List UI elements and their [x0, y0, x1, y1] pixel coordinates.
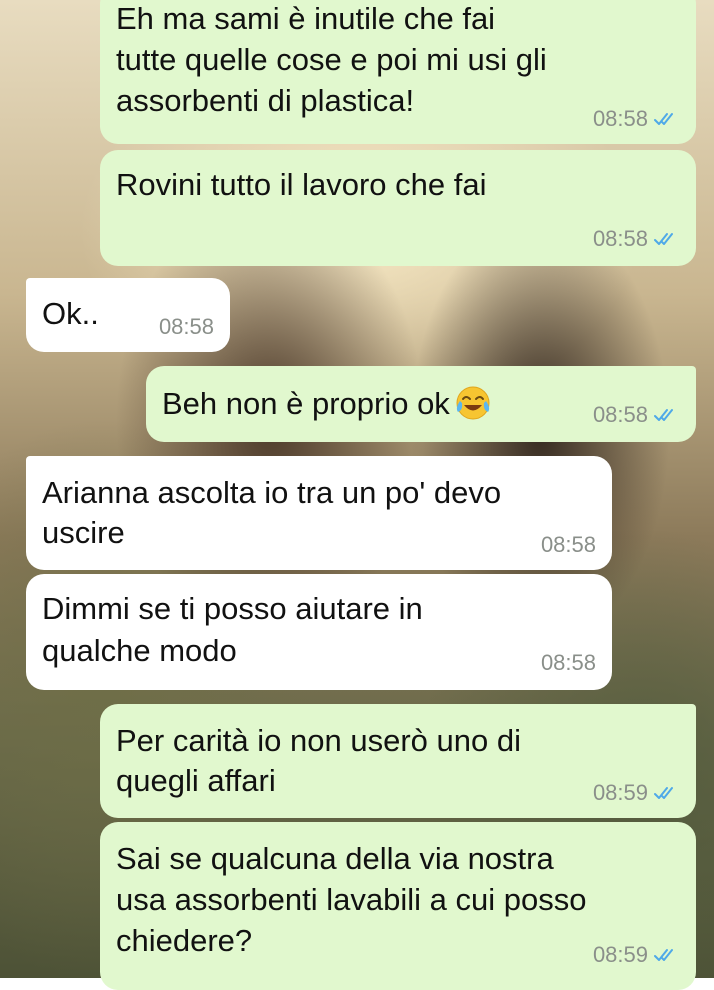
incoming-message[interactable]: Dimmi se ti posso aiutare in qualche mod… [26, 574, 612, 690]
message-timestamp: 08:58 [592, 226, 648, 251]
double-check-read-icon [654, 113, 673, 125]
message-timestamp: 08:58 [540, 532, 596, 557]
message-text-line: qualche modo [42, 633, 237, 668]
incoming-message[interactable]: Ok.. 08:58 [26, 278, 230, 352]
message-text-line: Rovini tutto il lavoro che fai [116, 167, 487, 202]
double-check-read-icon [654, 787, 673, 799]
message-text-line: Eh ma sami è inutile che fai [116, 1, 496, 36]
message-text-line: assorbenti di plastica! [116, 83, 415, 118]
incoming-message[interactable]: Arianna ascolta io tra un po' devo uscir… [26, 456, 612, 570]
message-text-line: Ok.. [42, 296, 99, 331]
message-timestamp: 08:59 [592, 780, 648, 805]
message-text-line: Per carità io non userò uno di [116, 723, 521, 758]
double-check-read-icon [654, 233, 673, 245]
message-text-line: Arianna ascolta io tra un po' devo [42, 475, 502, 510]
outgoing-message[interactable]: Sai se qualcuna della via nostra usa ass… [100, 822, 696, 990]
outgoing-message[interactable]: Beh non è proprio ok 08:58 [146, 366, 696, 442]
message-timestamp: 08:59 [592, 942, 648, 967]
message-text-line: Sai se qualcuna della via nostra [116, 841, 554, 876]
message-timestamp: 08:58 [540, 650, 596, 675]
outgoing-message[interactable]: Rovini tutto il lavoro che fai 08:58 [100, 150, 696, 266]
message-text: Beh non è proprio ok [162, 386, 450, 421]
double-check-read-icon [654, 409, 673, 421]
message-text-line: Dimmi se ti posso aiutare in [42, 591, 423, 626]
message-text-line: quegli affari [116, 763, 276, 798]
message-text-line: chiedere? [116, 923, 253, 958]
message-text-line: tutte quelle cose e poi mi usi gli [116, 42, 547, 77]
message-text-line: usa assorbenti lavabili a cui posso [116, 882, 587, 917]
message-text-line: Beh non è proprio ok [162, 384, 492, 423]
message-text-line: uscire [42, 515, 125, 550]
message-timestamp: 08:58 [592, 106, 648, 131]
double-check-read-icon [654, 949, 673, 961]
face-with-tears-of-joy-icon [456, 386, 490, 420]
outgoing-message[interactable]: Eh ma sami è inutile che fai tutte quell… [100, 0, 696, 144]
message-timestamp: 08:58 [158, 314, 214, 339]
outgoing-message[interactable]: Per carità io non userò uno di quegli af… [100, 704, 696, 818]
message-timestamp: 08:58 [592, 402, 648, 427]
